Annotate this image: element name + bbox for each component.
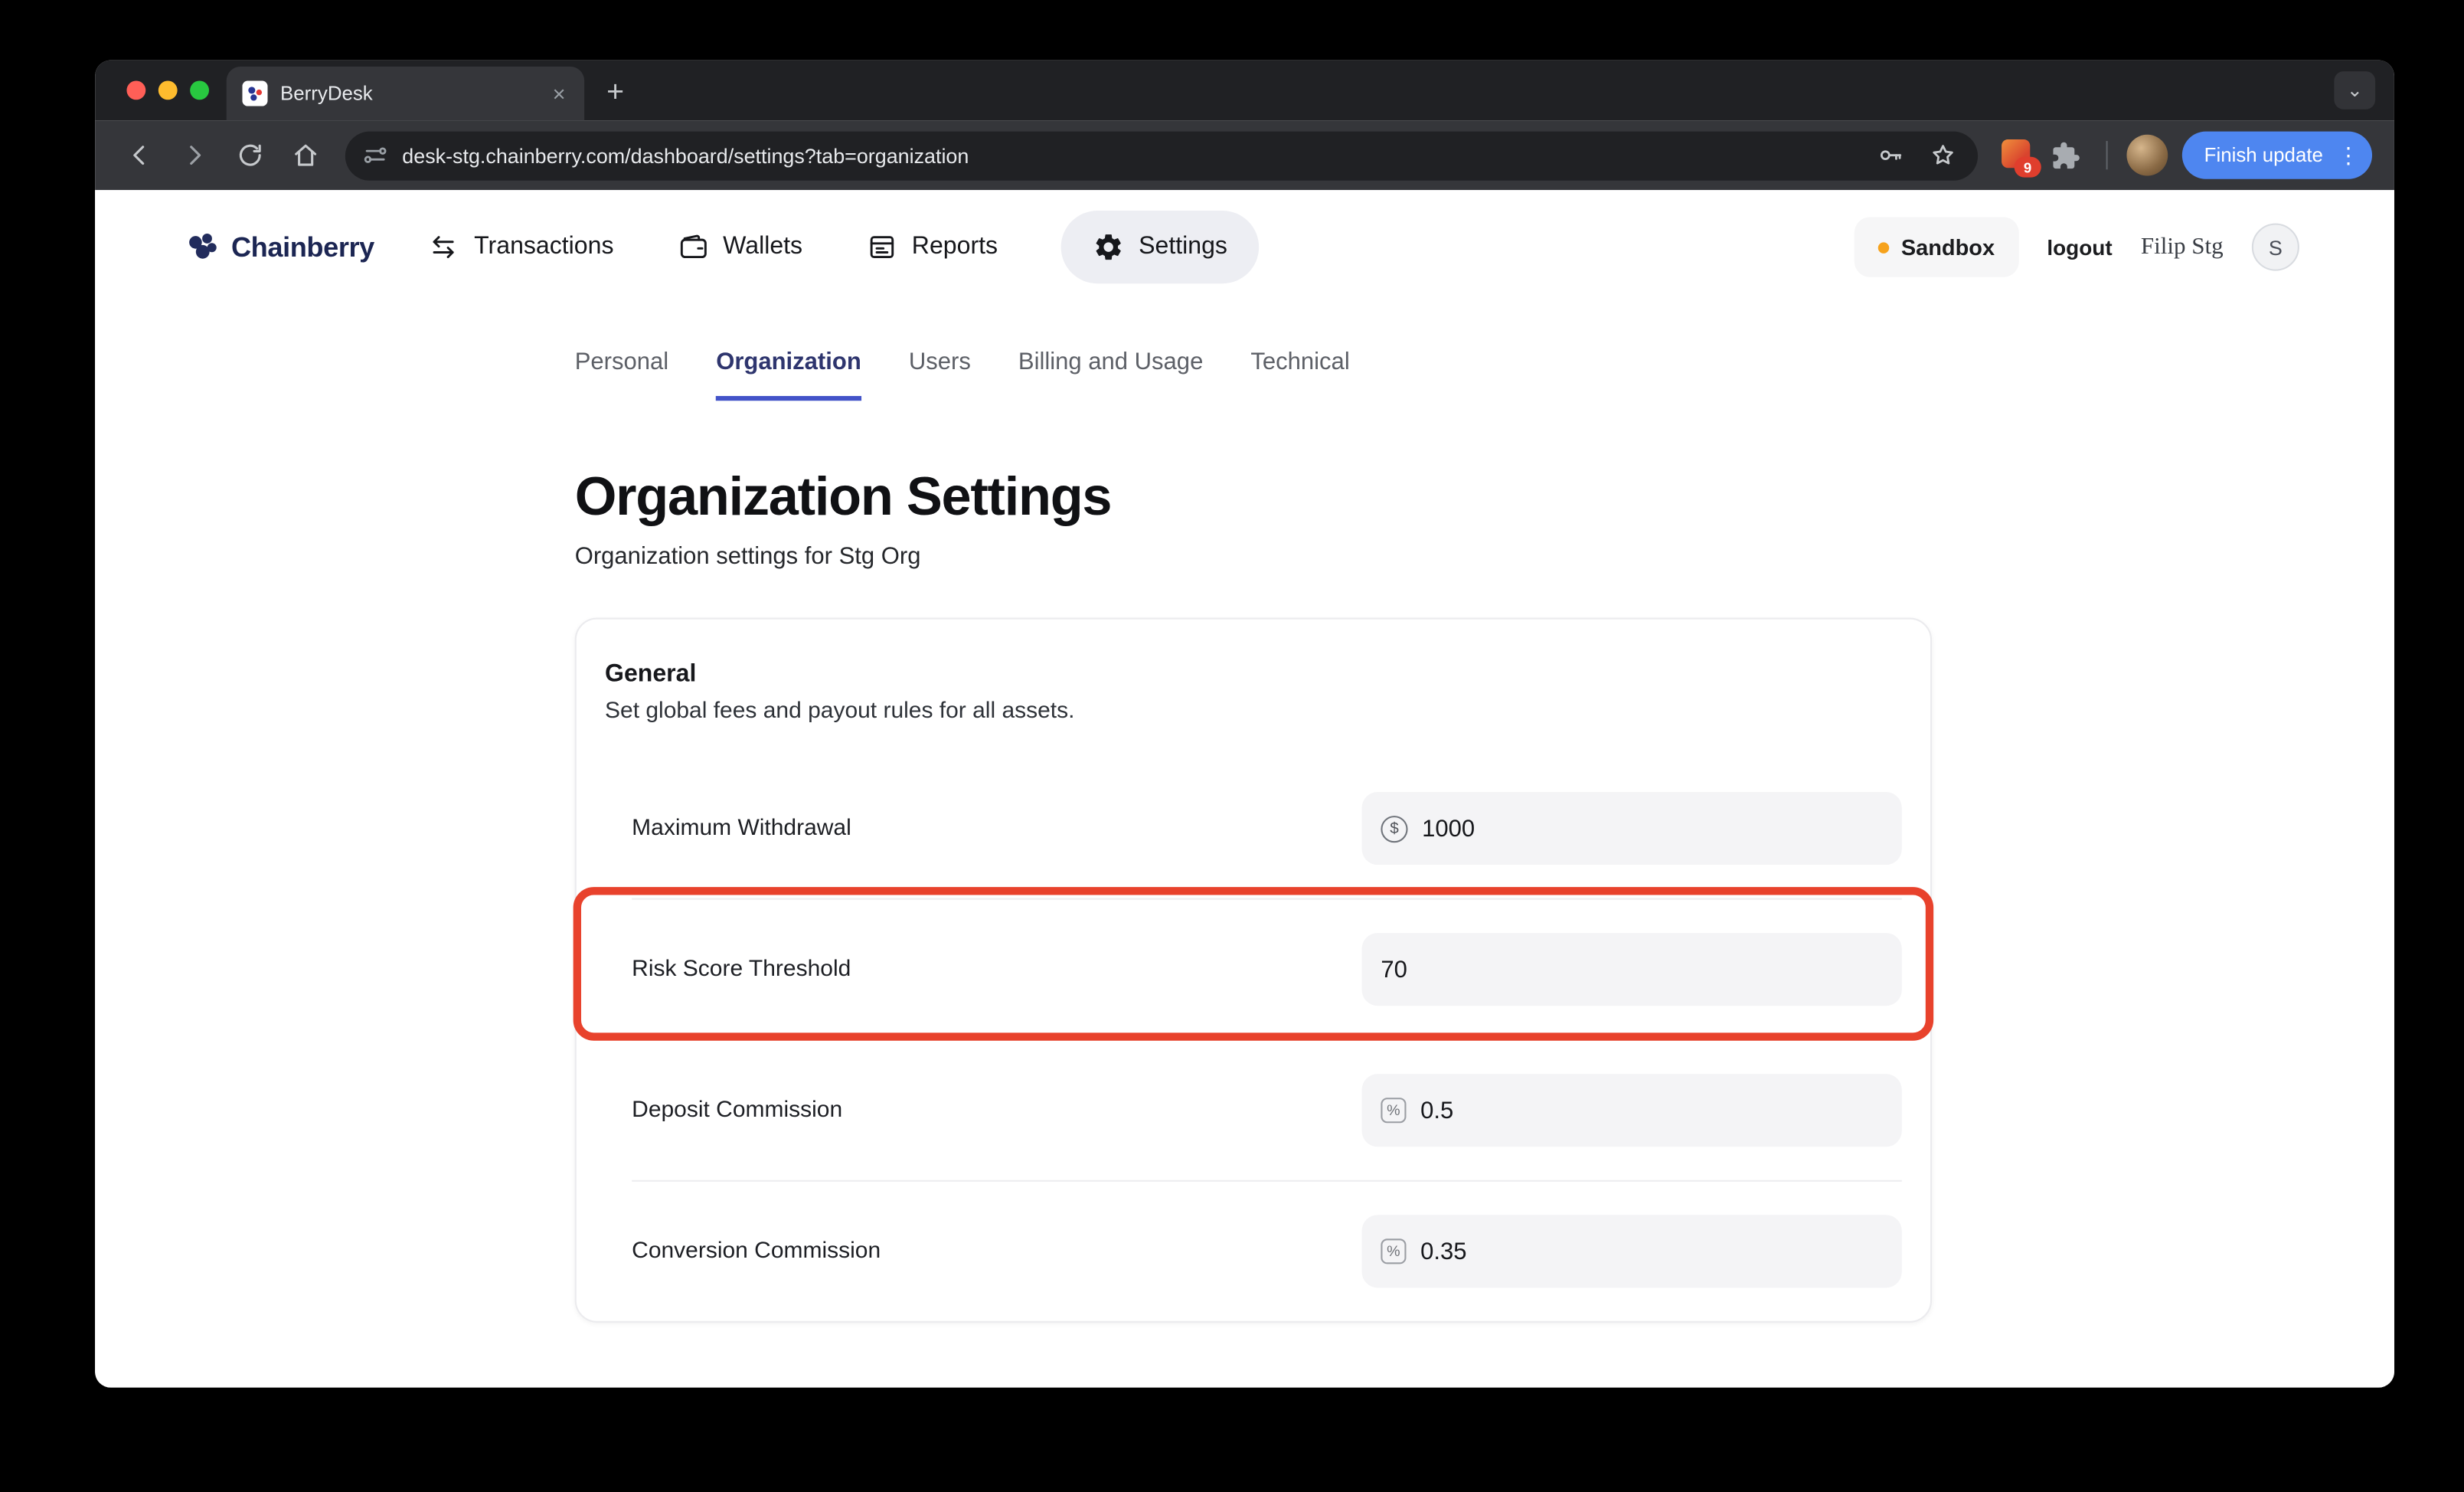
tab-billing-and-usage[interactable]: Billing and Usage <box>1018 348 1203 401</box>
browser-profile-avatar[interactable] <box>2126 135 2168 176</box>
section-title: General <box>605 660 1902 689</box>
back-button[interactable] <box>117 133 162 178</box>
dollar-icon: $ <box>1381 815 1407 842</box>
deposit-commission-value[interactable] <box>1420 1097 1883 1124</box>
field-label: Conversion Commission <box>632 1238 881 1264</box>
forward-button[interactable] <box>172 133 217 178</box>
app-header: Chainberry Transactions Wallets Reports <box>95 190 2394 304</box>
bookmark-star-icon[interactable] <box>1929 141 1957 169</box>
nav-item-reports[interactable]: Reports <box>866 211 998 283</box>
gear-icon <box>1093 231 1124 263</box>
maximum-withdrawal-value[interactable] <box>1422 815 1883 842</box>
reload-button[interactable] <box>228 133 273 178</box>
new-tab-button[interactable]: + <box>584 77 624 120</box>
section-subtitle: Set global fees and payout rules for all… <box>605 699 1902 724</box>
extensions-menu-button[interactable] <box>2047 136 2086 175</box>
zoom-window-button[interactable] <box>190 80 209 100</box>
deposit-commission-input[interactable]: % <box>1362 1074 1902 1147</box>
nav-label: Reports <box>912 233 998 261</box>
extension-badge: 9 <box>2014 157 2041 178</box>
logout-button[interactable]: logout <box>2047 235 2112 259</box>
field-row-deposit-commission: Deposit Commission % <box>632 1039 1902 1180</box>
main-nav: Transactions Wallets Reports Settings <box>428 211 1259 283</box>
window-controls <box>95 80 227 120</box>
brand-logo[interactable]: Chainberry <box>185 230 374 264</box>
settings-rows: Maximum Withdrawal $ Risk Score Threshol… <box>605 759 1902 1321</box>
browser-menu-icon[interactable]: ⋮ <box>2338 144 2360 166</box>
puzzle-icon <box>2051 140 2081 170</box>
field-label: Deposit Commission <box>632 1098 842 1123</box>
tab-organization[interactable]: Organization <box>716 348 861 401</box>
browser-tab[interactable]: BerryDesk × <box>227 67 584 120</box>
browser-tab-strip: BerryDesk × + ⌄ <box>95 61 2394 121</box>
brand-name: Chainberry <box>231 231 374 263</box>
site-settings-icon[interactable] <box>363 142 388 168</box>
reports-icon <box>866 231 897 263</box>
field-row-maximum-withdrawal: Maximum Withdrawal $ <box>632 759 1902 898</box>
back-icon <box>125 141 153 169</box>
user-name: Filip Stg <box>2141 234 2224 260</box>
percent-icon: % <box>1381 1238 1406 1264</box>
field-row-risk-score-threshold: Risk Score Threshold <box>632 898 1902 1039</box>
home-button[interactable] <box>283 133 328 178</box>
percent-icon: % <box>1381 1098 1406 1123</box>
url-text: desk-stg.chainberry.com/dashboard/settin… <box>402 143 1876 167</box>
environment-label: Sandbox <box>1901 234 1995 260</box>
wallet-icon <box>677 231 708 263</box>
url-bar[interactable]: desk-stg.chainberry.com/dashboard/settin… <box>345 131 1978 180</box>
toolbar-separator <box>2106 141 2107 169</box>
page-subtitle: Organization settings for Stg Org <box>575 543 2394 570</box>
risk-score-threshold-input[interactable] <box>1362 933 1902 1006</box>
password-key-icon[interactable] <box>1877 141 1905 169</box>
tab-users[interactable]: Users <box>909 348 971 401</box>
home-icon <box>292 141 320 169</box>
transactions-icon <box>428 231 459 263</box>
page-content: Chainberry Transactions Wallets Reports <box>95 190 2394 1387</box>
close-window-button[interactable] <box>126 80 145 100</box>
tab-favicon <box>242 80 267 106</box>
finish-update-button[interactable]: Finish update ⋮ <box>2182 132 2372 179</box>
forward-icon <box>181 141 209 169</box>
conversion-commission-input[interactable]: % <box>1362 1215 1902 1288</box>
header-right: Sandbox logout Filip Stg S <box>1854 217 2299 277</box>
general-settings-card: General Set global fees and payout rules… <box>575 618 1932 1323</box>
tab-title: BerryDesk <box>280 83 534 105</box>
tab-close-icon[interactable]: × <box>546 80 571 106</box>
conversion-commission-value[interactable] <box>1420 1238 1883 1265</box>
environment-badge[interactable]: Sandbox <box>1854 217 2018 277</box>
sandbox-dot-icon <box>1877 241 1888 252</box>
browser-window: BerryDesk × + ⌄ desk-stg.chainberry.com/ <box>95 61 2394 1388</box>
tab-technical[interactable]: Technical <box>1250 348 1349 401</box>
nav-label: Wallets <box>723 233 802 261</box>
settings-tabs: Personal Organization Users Billing and … <box>575 348 2394 401</box>
nav-label: Transactions <box>474 233 613 261</box>
tab-search-chevron-icon[interactable]: ⌄ <box>2334 71 2375 110</box>
nav-label: Settings <box>1139 233 1227 261</box>
minimize-window-button[interactable] <box>158 80 178 100</box>
nav-item-wallets[interactable]: Wallets <box>677 211 802 283</box>
chainberry-logo-icon <box>185 230 220 264</box>
maximum-withdrawal-input[interactable]: $ <box>1362 792 1902 865</box>
field-label: Maximum Withdrawal <box>632 816 851 841</box>
screen: BerryDesk × + ⌄ desk-stg.chainberry.com/ <box>0 0 2464 1492</box>
extension-button[interactable]: 9 <box>2002 139 2033 171</box>
tab-personal[interactable]: Personal <box>575 348 668 401</box>
field-label: Risk Score Threshold <box>632 957 851 982</box>
reload-icon <box>236 141 264 169</box>
page-title: Organization Settings <box>575 467 2394 529</box>
field-row-conversion-commission: Conversion Commission % <box>632 1180 1902 1321</box>
nav-item-settings[interactable]: Settings <box>1061 211 1260 283</box>
user-avatar[interactable]: S <box>2252 224 2299 271</box>
nav-item-transactions[interactable]: Transactions <box>428 211 613 283</box>
browser-toolbar: desk-stg.chainberry.com/dashboard/settin… <box>95 120 2394 190</box>
risk-score-threshold-value[interactable] <box>1381 956 1883 983</box>
finish-update-label: Finish update <box>2204 144 2323 166</box>
